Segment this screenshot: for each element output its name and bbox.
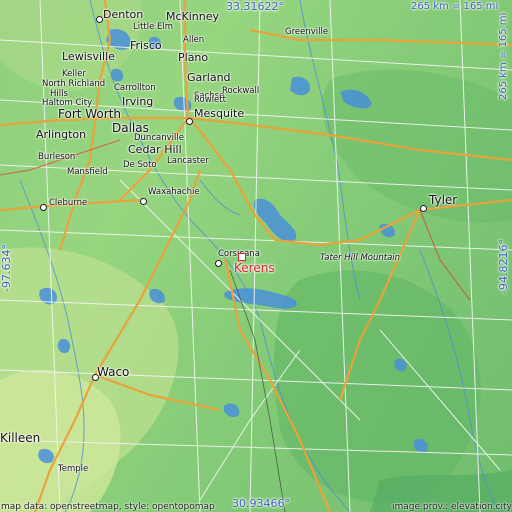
city-label-tyler: Tyler	[429, 193, 458, 207]
coord-right: -94.8216°	[497, 239, 510, 294]
city-label-allen: Allen	[183, 35, 205, 45]
city-label-mesquite: Mesquite	[194, 107, 245, 120]
coord-left: -97.634°	[0, 244, 13, 292]
city-label-north-richland: North Richland	[42, 79, 106, 89]
place-label-tater-hill: Tater Hill Mountain	[320, 253, 401, 263]
city-label-waxahachie: Waxahachie	[148, 187, 200, 197]
city-label-fort-worth: Fort Worth	[58, 107, 122, 121]
city-label-burleson: Burleson	[38, 152, 76, 162]
target-label-kerens: Kerens	[234, 261, 275, 275]
city-label-waco: Waco	[97, 365, 130, 379]
city-label-de-soto: De Soto	[123, 160, 157, 170]
city-label-rowlett: Rowlett	[194, 95, 226, 105]
city-label-irving: Irving	[122, 95, 154, 108]
city-dot	[420, 205, 427, 212]
city-label-temple: Temple	[58, 464, 89, 474]
city-label-lewisville: Lewisville	[62, 50, 115, 63]
city-label-rockwall: Rockwall	[222, 86, 260, 96]
attribution-right: image prov.: elevation.city	[392, 502, 512, 512]
coord-bottom: 30.93466°	[232, 497, 290, 510]
city-dot	[186, 118, 193, 125]
city-label-lancaster: Lancaster	[167, 156, 209, 166]
city-dot	[140, 198, 147, 205]
city-label-killeen: Killeen	[0, 431, 41, 445]
city-label-garland: Garland	[187, 71, 231, 84]
elevation-map[interactable]: Denton McKinney Little Elm Frisco Allen …	[0, 0, 512, 512]
city-label-cedar-hill: Cedar Hill	[128, 143, 182, 156]
city-label-denton: Denton	[103, 8, 144, 21]
city-label-little-elm: Little Elm	[133, 22, 174, 32]
city-label-frisco: Frisco	[130, 39, 162, 52]
city-label-keller: Keller	[62, 69, 86, 79]
city-label-carrollton: Carrollton	[114, 83, 156, 93]
city-label-mckinney: McKinney	[166, 10, 220, 23]
city-label-duncanville: Duncanville	[134, 133, 184, 143]
city-label-plano: Plano	[178, 51, 209, 64]
city-dot	[40, 204, 47, 211]
city-label-cleburne: Cleburne	[49, 198, 88, 208]
city-label-arlington: Arlington	[36, 128, 87, 141]
scale-horizontal: 265 km = 165 mi	[411, 1, 499, 12]
coord-top: 33.31622°	[226, 0, 284, 13]
city-dot	[96, 16, 103, 23]
scale-vertical: 265 km = 165 mi	[498, 12, 509, 100]
city-label-greenville: Greenville	[285, 27, 329, 37]
attribution-left: map data: openstreetmap, style: opentopo…	[1, 502, 215, 512]
city-dot	[215, 260, 222, 267]
city-label-mansfield: Mansfield	[67, 167, 108, 177]
square-marker-icon	[238, 253, 246, 261]
